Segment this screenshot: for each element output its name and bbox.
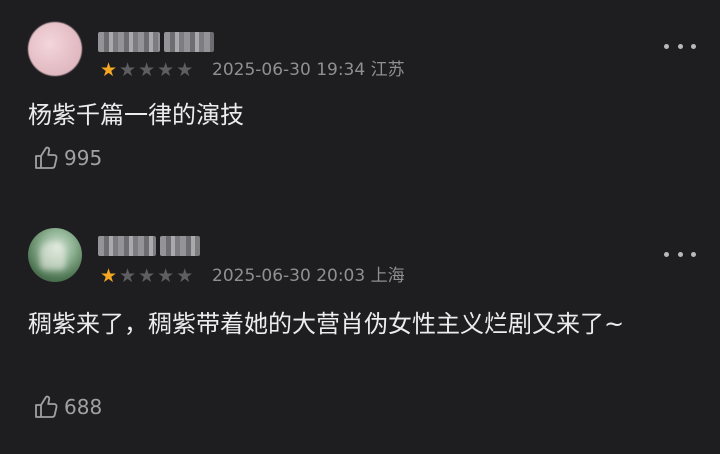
review-item: ★ ★ ★ ★ ★ 2025-06-30 20:03 上海 稠紫来了，稠紫带着她… <box>0 200 720 454</box>
review-location: 上海 <box>370 266 405 286</box>
more-dots-icon <box>664 251 669 257</box>
star-icon: ★ <box>157 59 175 81</box>
review-item: ★ ★ ★ ★ ★ 2025-06-30 19:34 江苏 杨紫千篇一律的演技 … <box>0 0 720 200</box>
username-blurred[interactable] <box>98 32 216 52</box>
star-rating: ★ ★ ★ ★ ★ <box>100 60 193 80</box>
like-button[interactable]: 995 <box>32 143 102 173</box>
review-date: 2025-06-30 19:34 <box>212 60 366 80</box>
star-icon: ★ <box>176 265 194 287</box>
star-rating: ★ ★ ★ ★ ★ <box>100 266 193 286</box>
comment-list: ★ ★ ★ ★ ★ 2025-06-30 19:34 江苏 杨紫千篇一律的演技 … <box>0 0 720 454</box>
more-button[interactable] <box>664 36 696 56</box>
review-date: 2025-06-30 20:03 <box>212 266 366 286</box>
star-icon: ★ <box>119 59 137 81</box>
more-dots-icon <box>664 43 669 49</box>
avatar[interactable] <box>28 228 82 282</box>
like-button[interactable]: 688 <box>32 392 102 422</box>
star-icon: ★ <box>100 265 118 287</box>
username-blurred[interactable] <box>98 236 216 256</box>
star-icon: ★ <box>119 265 137 287</box>
thumbs-up-icon <box>35 395 58 418</box>
star-icon: ★ <box>138 265 156 287</box>
star-icon: ★ <box>176 59 194 81</box>
thumbs-up-icon <box>35 146 58 169</box>
review-content: 杨紫千篇一律的演技 <box>28 101 244 129</box>
review-meta: 2025-06-30 19:34 江苏 <box>212 60 405 80</box>
like-count: 688 <box>64 395 103 419</box>
avatar[interactable] <box>28 22 82 76</box>
star-icon: ★ <box>100 59 118 81</box>
star-icon: ★ <box>138 59 156 81</box>
review-location: 江苏 <box>370 60 405 80</box>
more-button[interactable] <box>664 244 696 264</box>
review-content: 稠紫来了，稠紫带着她的大营肖伪女性主义烂剧又来了~ <box>28 310 625 338</box>
review-meta: 2025-06-30 20:03 上海 <box>212 266 405 286</box>
star-icon: ★ <box>157 265 175 287</box>
like-count: 995 <box>64 146 103 170</box>
